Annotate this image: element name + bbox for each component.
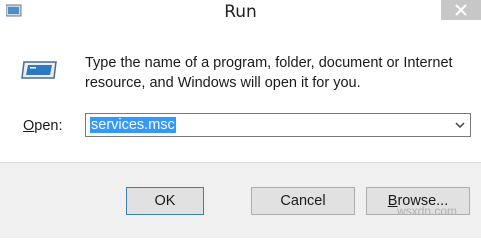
button-bar: OK Cancel Browse... xyxy=(0,162,481,238)
title-bar: Run xyxy=(0,0,481,28)
description-text: Type the name of a program, folder, docu… xyxy=(85,53,465,93)
open-label-accelerator: O xyxy=(23,118,35,134)
description-line-2: resource, and Windows will open it for y… xyxy=(85,75,361,91)
run-dialog: Run Type the name of a program, folder, … xyxy=(0,0,481,238)
open-label: Open: xyxy=(23,118,63,134)
chevron-down-icon[interactable] xyxy=(453,118,467,132)
watermark: wsxdn.com xyxy=(397,204,458,218)
window-title: Run xyxy=(224,2,257,22)
close-icon xyxy=(455,4,467,16)
ok-button[interactable]: OK xyxy=(126,187,204,215)
open-combobox[interactable]: services.msc xyxy=(85,113,471,137)
description-line-1: Type the name of a program, folder, docu… xyxy=(85,55,453,71)
dialog-body: Type the name of a program, folder, docu… xyxy=(8,28,481,162)
cancel-button[interactable]: Cancel xyxy=(251,187,355,215)
open-input-value[interactable]: services.msc xyxy=(90,117,176,133)
open-label-rest: pen: xyxy=(34,118,63,134)
browse-accelerator: B xyxy=(387,193,398,209)
close-button[interactable] xyxy=(441,0,481,20)
run-dialog-icon xyxy=(21,61,57,79)
